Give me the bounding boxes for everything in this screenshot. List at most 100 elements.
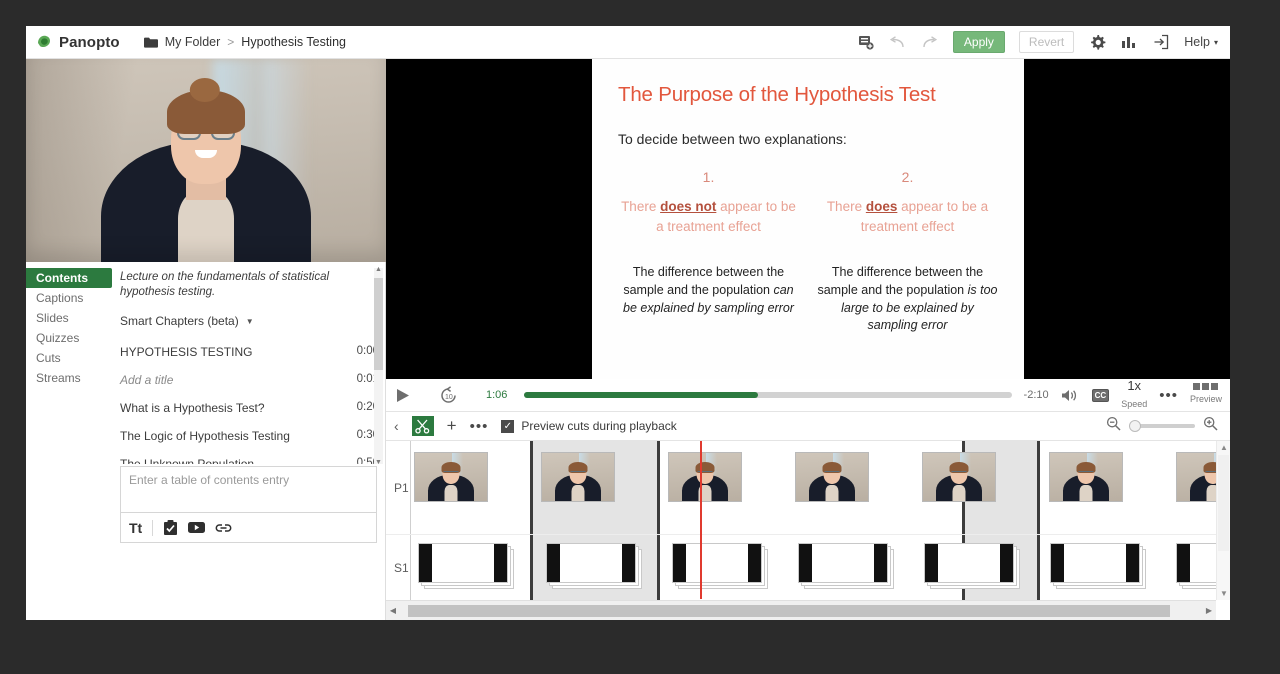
toc-entry-input[interactable]: Enter a table of contents entry [120,466,377,513]
camera-preview [26,59,386,262]
zoom-slider-handle[interactable] [1129,420,1141,432]
timeline[interactable]: P1 S1 ▲ ▼ ◀ ▶ [386,441,1230,620]
sidebar-item-quizzes[interactable]: Quizzes [26,328,112,348]
zoom-out-icon[interactable] [1106,416,1121,436]
column-claim: There does not appear to be a treatment … [621,199,796,234]
video-thumbnail[interactable] [414,452,488,502]
slide-thumbnail[interactable] [798,543,894,589]
list-item[interactable]: The Unknown Population 0:50 [120,450,379,464]
timeline-vertical-scrollbar[interactable]: ▲ ▼ [1216,441,1230,600]
column-explanation: The difference between the sample and th… [817,265,998,333]
rewind-10-icon[interactable]: 10 [439,385,458,405]
sidebar-item-captions[interactable]: Captions [26,288,112,308]
undo-icon[interactable] [889,33,907,51]
text-format-icon[interactable]: Tt [129,520,142,536]
scroll-down-arrow[interactable]: ▼ [375,459,382,464]
video-thumbnail[interactable] [922,452,996,502]
bar-chart-icon[interactable] [1120,33,1138,51]
scrollbar-track[interactable] [400,604,1202,617]
cut-handle-start[interactable] [530,441,533,534]
gear-icon[interactable] [1088,33,1106,51]
list-item[interactable]: Add a title 0:01 [120,366,379,394]
cut-handle-end[interactable] [1037,535,1040,600]
sidebar-item-streams[interactable]: Streams [26,368,112,388]
timeline-track-slides[interactable]: S1 [386,535,1230,601]
timeline-horizontal-scrollbar[interactable]: ◀ ▶ [386,600,1216,620]
timeline-track-video[interactable]: P1 [386,441,1230,535]
plus-icon[interactable]: + [447,416,457,436]
contents-entry-title: HYPOTHESIS TESTING [120,345,253,360]
slide-thumbnail[interactable] [1050,543,1146,589]
list-item[interactable]: The Logic of Hypothesis Testing 0:30 [120,422,379,450]
sidebar-item-cuts[interactable]: Cuts [26,348,112,368]
sidebar-panel: Contents Captions Slides Quizzes Cuts St… [26,262,385,620]
breadcrumb-root[interactable]: My Folder [165,35,221,49]
quiz-icon[interactable] [163,519,178,536]
sidebar-item-contents[interactable]: Contents [26,268,112,288]
cut-handle-end[interactable] [657,535,660,600]
breadcrumb-separator: > [227,35,235,49]
slide-thumbnail[interactable] [546,543,642,589]
slide-thumbnail[interactable] [672,543,768,589]
scroll-right-arrow[interactable]: ▶ [1202,606,1216,615]
list-item[interactable]: HYPOTHESIS TESTING 0:00 [120,338,379,366]
slide-column-1: 1. There does not appear to be a treatme… [618,169,799,335]
cut-handle-end[interactable] [657,441,660,534]
captions-button[interactable]: CC [1091,388,1110,402]
link-icon[interactable] [215,522,232,534]
video-thumbnail[interactable] [541,452,615,502]
video-thumbnail[interactable] [795,452,869,502]
export-icon[interactable] [1152,33,1170,51]
cut-handle-end[interactable] [1037,441,1040,534]
help-menu[interactable]: Help ▾ [1184,35,1218,49]
play-icon[interactable] [394,387,411,404]
chevron-left-icon[interactable]: ‹ [394,418,399,434]
scroll-down-arrow[interactable]: ▼ [1217,589,1230,598]
breadcrumb: My Folder > Hypothesis Testing [143,35,346,49]
scrollbar-thumb[interactable] [1218,455,1229,551]
playhead[interactable] [700,441,702,599]
add-clip-icon[interactable] [857,33,875,51]
contents-list: Lecture on the fundamentals of statistic… [112,262,385,464]
list-item[interactable]: What is a Hypothesis Test? 0:20 [120,394,379,422]
sidebar-item-slides[interactable]: Slides [26,308,112,328]
video-icon[interactable] [188,521,206,534]
video-thumbnail[interactable] [668,452,742,502]
slide-thumbnail[interactable] [924,543,1020,589]
folder-icon [143,37,158,48]
scroll-left-arrow[interactable]: ◀ [386,606,400,615]
cut-handle-start[interactable] [530,535,533,600]
brand[interactable]: Panopto [26,34,120,51]
scissors-icon[interactable] [411,416,434,436]
right-column: The Purpose of the Hypothesis Test To de… [386,59,1230,620]
scroll-up-arrow[interactable]: ▲ [375,266,382,273]
slide-lead: To decide between two explanations: [618,131,847,147]
revert-button[interactable]: Revert [1018,31,1075,53]
smart-chapters-toggle[interactable]: Smart Chapters (beta) ▼ [120,314,379,328]
slide-content: The Purpose of the Hypothesis Test To de… [592,59,1024,379]
slide-thumbnail[interactable] [418,543,514,589]
slides-lane[interactable] [410,535,1230,600]
video-lane[interactable] [410,441,1230,534]
scrollbar-thumb[interactable] [408,604,1170,617]
more-options-icon[interactable]: ••• [1159,387,1178,404]
apply-button[interactable]: Apply [952,31,1005,53]
help-label: Help [1184,35,1210,49]
zoom-in-icon[interactable] [1203,416,1218,436]
column-number: 2. [901,169,914,185]
column-claim: There does appear to be a treatment effe… [826,199,989,234]
volume-icon[interactable] [1061,388,1080,403]
left-column: Contents Captions Slides Quizzes Cuts St… [26,59,386,620]
more-options-icon[interactable]: ••• [470,418,489,435]
scroll-up-arrow[interactable]: ▲ [1217,443,1230,452]
speed-control[interactable]: 1x Speed [1121,378,1147,412]
zoom-slider[interactable] [1129,420,1195,432]
video-thumbnail[interactable] [1049,452,1123,502]
scrollbar-thumb[interactable] [374,278,383,370]
slide-title: The Purpose of the Hypothesis Test [618,83,936,106]
preview-button[interactable]: Preview [1190,383,1222,407]
progress-bar[interactable] [524,392,1012,398]
preview-cuts-checkbox[interactable]: ✓ Preview cuts during playback [501,419,677,433]
contents-scrollbar[interactable]: ▲ ▼ [374,266,383,464]
redo-icon[interactable] [921,33,939,51]
